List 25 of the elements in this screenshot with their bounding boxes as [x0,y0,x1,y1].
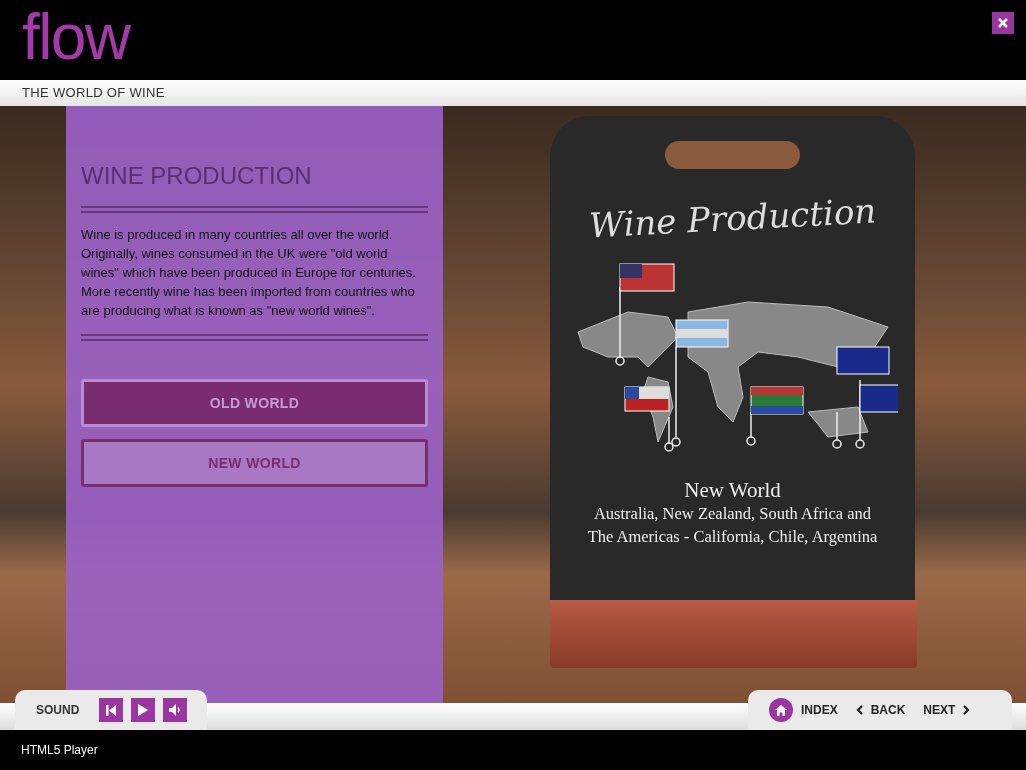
back-nav-button[interactable]: BACK [855,701,906,719]
volume-button[interactable] [163,698,188,722]
close-button[interactable] [992,12,1014,34]
option-button[interactable]: OLD WORLD [81,379,428,427]
skip-back-icon [106,704,117,716]
chalk-heading: New World [684,478,781,502]
home-nav-button[interactable]: INDEX [769,698,838,722]
play-icon [138,704,149,716]
close-icon [998,18,1008,28]
panel-heading: WINE PRODUCTION [81,164,313,188]
home-icon [769,698,793,722]
panel-text: Wine is produced in many countries all over the world. Originally, wines consumed in the UK were "old world wines" which have been produced in Europe for centuries. More recently wine has been imported from countries who are producing what is known as "new world wines". [81,226,417,320]
player-label: HTML5 Player [21,742,98,759]
play-button[interactable] [131,698,156,722]
speaker-icon [169,704,182,716]
chalk-text-line: Australia, New Zealand, South Africa and [593,503,872,525]
chalk-text-line: The Americas - California, Chile, Argentina [587,526,878,548]
chevron-left-icon [855,705,863,715]
sound-label: SOUND [36,702,80,719]
next-nav-button[interactable]: NEXT [923,701,971,719]
chevron-right-icon [963,705,971,715]
logo: flow [22,5,130,69]
restart-button[interactable] [99,698,124,722]
course-title: THE WORLD OF WINE [22,84,165,103]
chalk-title: Wine Production [588,193,877,243]
